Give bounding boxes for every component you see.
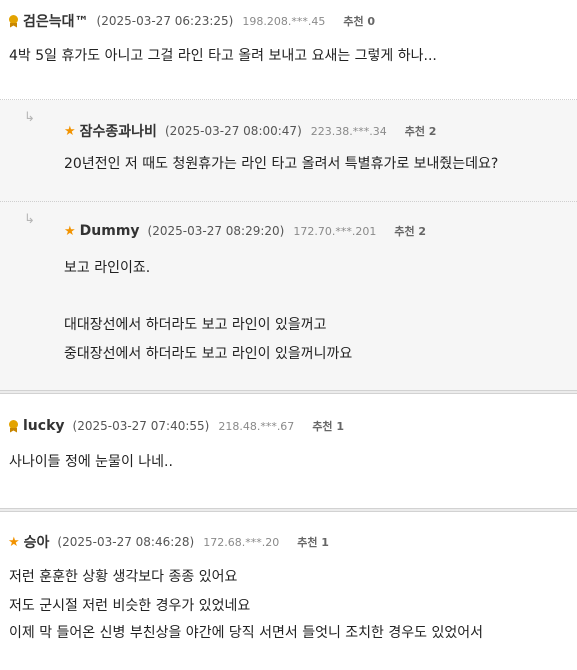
medal-icon [8,14,19,28]
comment-item: lucky (2025-03-27 07:40:55) 218.48.***.6… [0,396,577,508]
comment-ip: 198.208.***.45 [242,14,326,28]
comment-text: 20년전인 저 때도 청원휴가는 라인 타고 올려서 특별휴가로 보내줬는데요? [64,156,499,172]
comment-date: (2025-03-27 08:29:20) [147,224,285,238]
reply-content: ★ Dummy (2025-03-27 08:29:20) 172.70.***… [48,202,577,390]
reply-arrow-icon: ↳ [24,212,35,227]
comment-text-line: 보고 라인이죠. [64,260,151,276]
comment-item: 검은늑대™ (2025-03-27 06:23:25) 198.208.***.… [0,0,577,100]
comment-text-line: 이제 막 들어온 신병 부친상을 야간에 당직 서면서 들엇니 조치한 경우도 … [9,625,483,641]
comment-meta: lucky (2025-03-27 07:40:55) 218.48.***.6… [8,418,344,434]
comment-text-line: 대대장선에서 하더라도 보고 라인이 있을꺼고 [64,317,327,333]
comment-recommend-count: 추천 2 [404,125,437,138]
reply-item: ↳ ★ 잠수종과나비 (2025-03-27 08:00:47) 223.38.… [0,100,577,202]
comment-recommend-count: 추천 0 [343,15,376,28]
star-icon: ★ [8,534,20,550]
reply-arrow-icon: ↳ [24,110,35,125]
star-icon: ★ [64,223,76,239]
comment-text-line: 저도 군시절 저런 비슷한 경우가 있었네요 [9,598,251,614]
comment-text: 4박 5일 휴가도 아니고 그걸 라인 타고 올려 보내고 요새는 그렇게 하나… [9,48,437,64]
comment-meta: 검은늑대™ (2025-03-27 06:23:25) 198.208.***.… [8,11,375,31]
medal-icon [8,419,19,433]
comment-meta: ★ 잠수종과나비 (2025-03-27 08:00:47) 223.38.**… [64,121,436,141]
comment-author[interactable]: Dummy [80,223,140,239]
comment-text: 사나이들 정에 눈물이 나네.. [9,454,173,470]
comment-item: ★ 승아 (2025-03-27 08:46:28) 172.68.***.20… [0,514,577,670]
comment-divider [0,508,577,512]
reply-item: ↳ ★ Dummy (2025-03-27 08:29:20) 172.70.*… [0,202,577,390]
comment-ip: 172.68.***.20 [203,535,280,549]
comment-divider [0,390,577,394]
comment-author[interactable]: 승아 [24,532,50,552]
comment-date: (2025-03-27 08:46:28) [57,535,195,549]
reply-content: ★ 잠수종과나비 (2025-03-27 08:00:47) 223.38.**… [48,100,577,201]
comment-ip: 172.70.***.201 [293,224,377,238]
comment-ip: 223.38.***.34 [310,124,387,138]
comment-recommend-count: 추천 2 [394,225,427,238]
comment-ip: 218.48.***.67 [218,419,295,433]
comment-author[interactable]: 잠수종과나비 [80,121,157,141]
comment-text-line: 저런 훈훈한 상황 생각보다 종종 있어요 [9,569,238,585]
comment-recommend-count: 추천 1 [312,420,345,433]
comment-meta: ★ 승아 (2025-03-27 08:46:28) 172.68.***.20… [8,532,329,552]
comment-author[interactable]: 검은늑대™ [23,11,89,31]
comment-author[interactable]: lucky [23,418,65,434]
comment-meta: ★ Dummy (2025-03-27 08:29:20) 172.70.***… [64,223,426,239]
comment-recommend-count: 추천 1 [297,536,329,549]
star-icon: ★ [64,123,76,139]
comment-date: (2025-03-27 06:23:25) [96,14,234,28]
comment-text-line: 중대장선에서 하더라도 보고 라인이 있을꺼니까요 [64,346,353,362]
comment-date: (2025-03-27 08:00:47) [164,124,302,138]
comment-date: (2025-03-27 07:40:55) [72,419,210,433]
